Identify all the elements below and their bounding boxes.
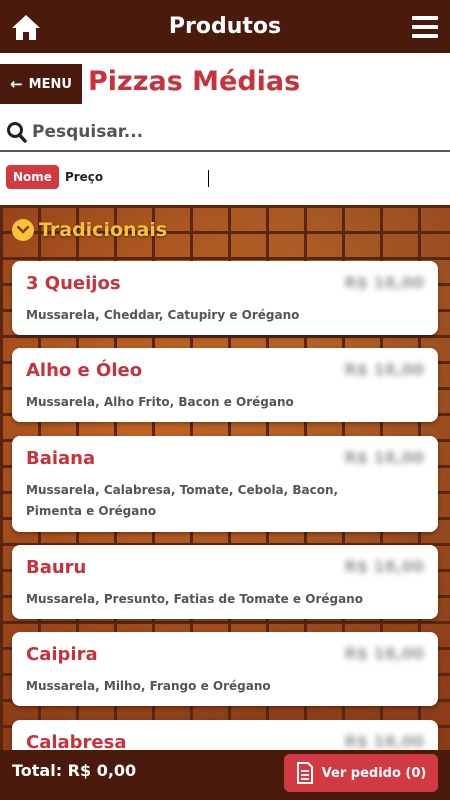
top-bar: Produtos	[0, 0, 450, 53]
back-menu-button[interactable]: ← MENU	[0, 64, 82, 104]
product-card[interactable]: 3 Queijos R$ 18,00 Mussarela, Cheddar, C…	[12, 261, 438, 335]
home-icon[interactable]	[10, 12, 42, 42]
product-description: Mussarela, Milho, Frango e Orégano	[26, 679, 271, 693]
page-title: Pizzas Médias	[88, 66, 301, 97]
product-card[interactable]: Caipira R$ 18,00 Mussarela, Milho, Frang…	[12, 632, 438, 706]
product-price: R$ 18,00	[344, 644, 424, 663]
sort-options: Nome Preço	[6, 165, 103, 189]
back-menu-label: MENU	[28, 76, 72, 92]
product-description: Mussarela, Cheddar, Catupiry e Orégano	[26, 308, 300, 322]
document-icon	[296, 762, 313, 784]
search-icon	[7, 122, 27, 143]
product-card[interactable]: Calabresa R$ 18,00	[12, 720, 438, 750]
product-list-area[interactable]: Tradicionais 3 Queijos R$ 18,00 Mussarel…	[0, 205, 450, 750]
product-description: Mussarela, Calabresa, Tomate, Cebola, Ba…	[26, 483, 339, 518]
product-price: R$ 18,00	[344, 448, 424, 467]
product-name: Calabresa	[26, 732, 127, 750]
product-name: Alho e Óleo	[26, 360, 143, 381]
chevron-down-icon	[12, 219, 34, 241]
product-description: Mussarela, Presunto, Fatias de Tomate e …	[26, 592, 363, 606]
product-price: R$ 18,00	[344, 732, 424, 750]
section-label: Tradicionais	[39, 219, 168, 241]
arrow-left-icon: ←	[10, 75, 23, 93]
sort-by-price-button[interactable]: Preço	[65, 170, 103, 184]
sort-by-name-button[interactable]: Nome	[6, 165, 59, 189]
view-order-label: Ver pedido (0)	[321, 765, 427, 781]
product-description: Mussarela, Alho Frito, Bacon e Orégano	[26, 395, 294, 409]
hamburger-menu-icon[interactable]	[412, 16, 438, 38]
view-order-button[interactable]: Ver pedido (0)	[284, 754, 438, 792]
section-header-tradicionais[interactable]: Tradicionais	[12, 219, 167, 241]
product-name: Caipira	[26, 644, 98, 665]
product-name: Bauru	[26, 557, 87, 578]
product-card[interactable]: Alho e Óleo R$ 18,00 Mussarela, Alho Fri…	[12, 348, 438, 422]
header-title: Produtos	[168, 14, 282, 39]
product-price: R$ 18,00	[344, 360, 424, 379]
order-total: Total: R$ 0,00	[12, 761, 137, 780]
search-input[interactable]	[32, 122, 412, 142]
text-cursor	[208, 170, 209, 187]
product-price: R$ 18,00	[344, 557, 424, 576]
product-card[interactable]: Bauru R$ 18,00 Mussarela, Presunto, Fati…	[12, 545, 438, 619]
product-name: 3 Queijos	[26, 273, 121, 294]
product-card[interactable]: Baiana R$ 18,00 Mussarela, Calabresa, To…	[12, 436, 438, 532]
search-bar	[0, 114, 450, 152]
product-name: Baiana	[26, 448, 96, 469]
product-price: R$ 18,00	[344, 273, 424, 292]
